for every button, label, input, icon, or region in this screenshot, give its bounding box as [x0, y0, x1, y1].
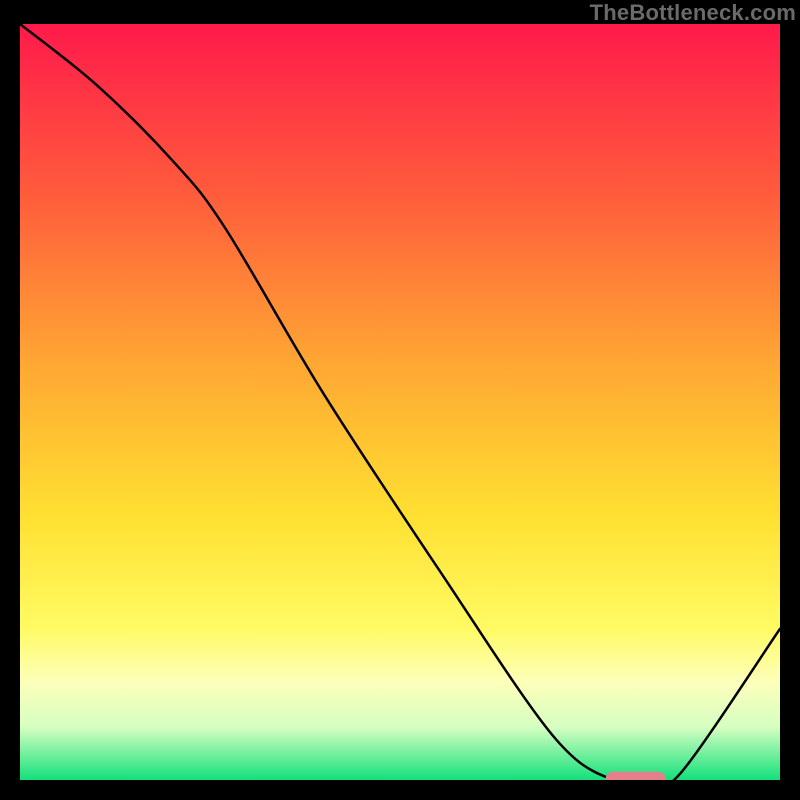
highlight-pill: [605, 772, 666, 780]
highlight-layer: [605, 772, 666, 780]
watermark-text: TheBottleneck.com: [590, 0, 796, 26]
chart-frame: TheBottleneck.com: [0, 0, 800, 800]
chart-svg: [20, 24, 780, 780]
chart-background: [20, 24, 780, 780]
